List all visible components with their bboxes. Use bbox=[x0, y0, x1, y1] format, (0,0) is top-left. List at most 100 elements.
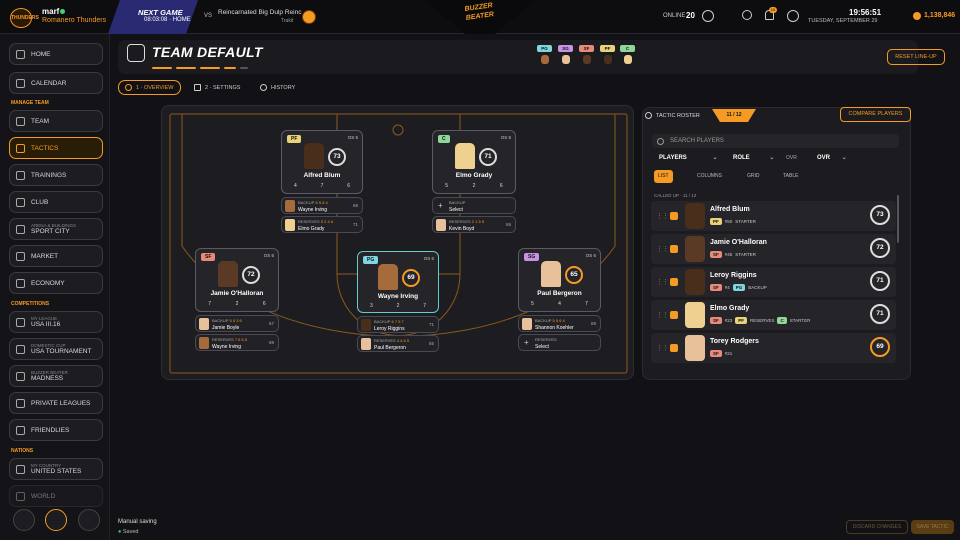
drag-handle-icon[interactable]: ⋮⋮ bbox=[656, 311, 669, 319]
tab-history[interactable]: HISTORY bbox=[254, 80, 301, 95]
player-card-sf[interactable]: SF OS 6 72 Jamie O'Halloran 726 bbox=[195, 248, 279, 312]
view-list[interactable]: LIST bbox=[654, 170, 673, 183]
roster-row[interactable]: ⋮⋮ Jamie O'Halloran SF #45 STARTER 72 bbox=[651, 234, 896, 264]
roster-checkbox[interactable] bbox=[670, 245, 678, 253]
sidebar-item-arena[interactable]: ARENA & BUILDINGS SPORT CITY bbox=[9, 218, 103, 240]
position-thumb-sf[interactable]: SF bbox=[579, 45, 594, 69]
sidebar-item-friendlies[interactable]: FRIENDLIES bbox=[9, 419, 103, 441]
progress-dash bbox=[240, 67, 248, 69]
stat-value: 4 bbox=[293, 183, 297, 189]
position-thumb-pg[interactable]: PG bbox=[537, 45, 552, 69]
view-table[interactable]: TABLE bbox=[779, 170, 802, 183]
roster-row[interactable]: ⋮⋮ Elmo Grady SF #23 PF RESERVES C STARTER 71 bbox=[651, 300, 896, 330]
reserves-slot-c[interactable]: RESERVES 2 1 5 5 Kevin Boyd 65 bbox=[432, 216, 516, 233]
tab-overview[interactable]: 1 · OVERVIEW bbox=[118, 80, 181, 95]
shield-icon bbox=[16, 398, 25, 408]
sliders-icon bbox=[194, 84, 201, 91]
reserves-slot-pg[interactable]: RESERVES 4 4 6 5 Paul Bergeron 65 bbox=[357, 335, 439, 352]
roster-scrollbar[interactable] bbox=[897, 195, 899, 243]
reserves-slot-sg[interactable]: + RESERVES Select bbox=[518, 334, 601, 351]
sidebar-item-team[interactable]: TEAM bbox=[9, 110, 103, 132]
player-card-pg[interactable]: PG OS 6 69 Wayne Irving 3 2 7 bbox=[357, 251, 439, 313]
drag-handle-icon[interactable]: ⋮⋮ bbox=[656, 278, 669, 286]
roster-row[interactable]: ⋮⋮ Torey Rodgers SF #21 69 bbox=[651, 333, 896, 363]
sidebar-item-league[interactable]: MY LEAGUE USA III.16 bbox=[9, 311, 103, 333]
sidebar-item-cup[interactable]: DOMESTIC CUP USA TOURNAMENT bbox=[9, 338, 103, 360]
player-card-c[interactable]: C OS 5 71 Elmo Grady 5 2 6 bbox=[432, 130, 516, 194]
search-players-input[interactable]: SEARCH PLAYERS bbox=[652, 134, 899, 148]
tab-settings[interactable]: 2 · SETTINGS bbox=[188, 80, 246, 95]
sidebar-item-label: TEAM bbox=[31, 117, 50, 125]
team-name[interactable]: Romanero Thunders bbox=[42, 17, 106, 24]
slot-label: BACKUP 5 5 3 6 bbox=[212, 318, 242, 323]
position-thumb-pf[interactable]: PF bbox=[600, 45, 615, 69]
ovr-sort-toggle[interactable]: OVR bbox=[786, 152, 797, 165]
player-name: Leroy Riggins bbox=[710, 272, 757, 279]
player-portrait bbox=[455, 143, 475, 169]
rating-ring: 69 bbox=[402, 269, 420, 287]
sidebar-item-world[interactable]: WORLD bbox=[9, 485, 103, 507]
save-tactic-button[interactable]: SAVE TACTIC bbox=[911, 520, 954, 534]
backup-slot-pf[interactable]: BACKUP 5 5 6 4 Wayne Irving 69 bbox=[281, 197, 363, 214]
opponent-name[interactable]: Reincarnated Big Dulp Reinc bbox=[218, 9, 301, 16]
logout-button[interactable] bbox=[78, 509, 100, 531]
sidebar-item-club[interactable]: CLUB bbox=[9, 191, 103, 213]
help-icon[interactable] bbox=[787, 10, 799, 22]
roster-checkbox[interactable] bbox=[670, 344, 678, 352]
search-icon[interactable] bbox=[742, 10, 752, 20]
reserves-slot-sf[interactable]: RESERVES 7 5 6 5 Wayne Irving 69 bbox=[195, 334, 279, 351]
backup-slot-sg[interactable]: BACKUP 5 5 6 4 Shannon Koehler 69 bbox=[518, 315, 601, 332]
sidebar-item-tactics[interactable]: TACTICS bbox=[9, 137, 103, 159]
compare-players-button[interactable]: COMPARE PLAYERS bbox=[840, 107, 911, 122]
globe-icon[interactable] bbox=[702, 10, 714, 22]
sidebar-item-economy[interactable]: ECONOMY bbox=[9, 272, 103, 294]
next-game-time: 08:03:08 · HOME bbox=[144, 17, 191, 23]
sidebar-item-madness[interactable]: BUZZER BEATER MADNESS bbox=[9, 365, 103, 387]
users-icon bbox=[645, 112, 652, 119]
sidebar-item-calendar[interactable]: CALENDAR bbox=[9, 72, 103, 94]
roster-row[interactable]: ⋮⋮ Alfred Blum PF #50 STARTER 73 bbox=[651, 201, 896, 231]
players-filter-dropdown[interactable]: PLAYERS ⌄ bbox=[659, 152, 718, 165]
backup-slot-pg[interactable]: BACKUP 6 7 5 7 Leroy Riggins 71 bbox=[357, 316, 439, 333]
reset-lineup-button[interactable]: RESET LINE-UP bbox=[887, 49, 945, 65]
position-thumb-sg[interactable]: SG bbox=[558, 45, 573, 69]
settings-button[interactable] bbox=[45, 509, 67, 531]
team-icon bbox=[16, 116, 25, 126]
ovr-sort-dropdown[interactable]: OVR ⌄ bbox=[817, 152, 847, 165]
discard-changes-button[interactable]: DISCARD CHANGES bbox=[846, 520, 908, 534]
sidebar-item-trainings[interactable]: TRAININGS bbox=[9, 164, 103, 186]
user-name[interactable]: marf bbox=[42, 7, 59, 16]
drag-handle-icon[interactable]: ⋮⋮ bbox=[656, 212, 669, 220]
team-logo[interactable]: THUNDERS bbox=[10, 8, 39, 28]
role-filter-dropdown[interactable]: ROLE ⌄ bbox=[733, 152, 774, 165]
roster-checkbox[interactable] bbox=[670, 311, 678, 319]
backup-slot-c[interactable]: + BACKUP Select bbox=[432, 197, 516, 214]
sidebar-item-country[interactable]: MY COUNTRY UNITED STATES bbox=[9, 458, 103, 480]
slot-player-name: Elmo Grady bbox=[298, 226, 325, 232]
sidebar-item-market[interactable]: MARKET bbox=[9, 245, 103, 267]
position-thumb-c[interactable]: C bbox=[620, 45, 635, 69]
profile-button[interactable] bbox=[13, 509, 35, 531]
stat-value: 5 bbox=[531, 301, 534, 307]
view-columns[interactable]: COLUMNS bbox=[693, 170, 726, 183]
rating-ring: 73 bbox=[870, 205, 890, 225]
roster-checkbox[interactable] bbox=[670, 212, 678, 220]
player-card-sg[interactable]: SG OS 6 65 Paul Bergeron 5 4 7 bbox=[518, 248, 601, 312]
sidebar-item-home[interactable]: HOME bbox=[9, 43, 103, 65]
roster-row[interactable]: ⋮⋮ Leroy Riggins SF #4 PG BACKUP 71 bbox=[651, 267, 896, 297]
view-grid[interactable]: GRID bbox=[743, 170, 764, 183]
opponent-logo[interactable] bbox=[302, 10, 316, 24]
tactic-roster-tab[interactable]: TACTIC ROSTER bbox=[645, 109, 725, 122]
player-meta: PF #50 STARTER bbox=[710, 218, 756, 225]
player-face bbox=[623, 55, 632, 64]
drag-handle-icon[interactable]: ⋮⋮ bbox=[656, 245, 669, 253]
player-card-pf[interactable]: PF OS 5 73 Alfred Blum 4 7 6 bbox=[281, 130, 363, 194]
drag-handle-icon[interactable]: ⋮⋮ bbox=[656, 344, 669, 352]
backup-slot-sf[interactable]: BACKUP 5 5 3 6 Jamie Boyle 67 bbox=[195, 315, 279, 332]
buzzer-beater-logo[interactable]: BUZZER BEATER bbox=[461, 1, 499, 33]
reserves-slot-pf[interactable]: RESERVES 5 2 4 6 Elmo Grady 71 bbox=[281, 216, 363, 233]
roster-checkbox[interactable] bbox=[670, 278, 678, 286]
sidebar-item-private-leagues[interactable]: PRIVATE LEAGUES bbox=[9, 392, 103, 414]
sidebar-item-label: USA III.16 bbox=[31, 321, 61, 328]
slot-ovr: 65 bbox=[428, 341, 434, 346]
